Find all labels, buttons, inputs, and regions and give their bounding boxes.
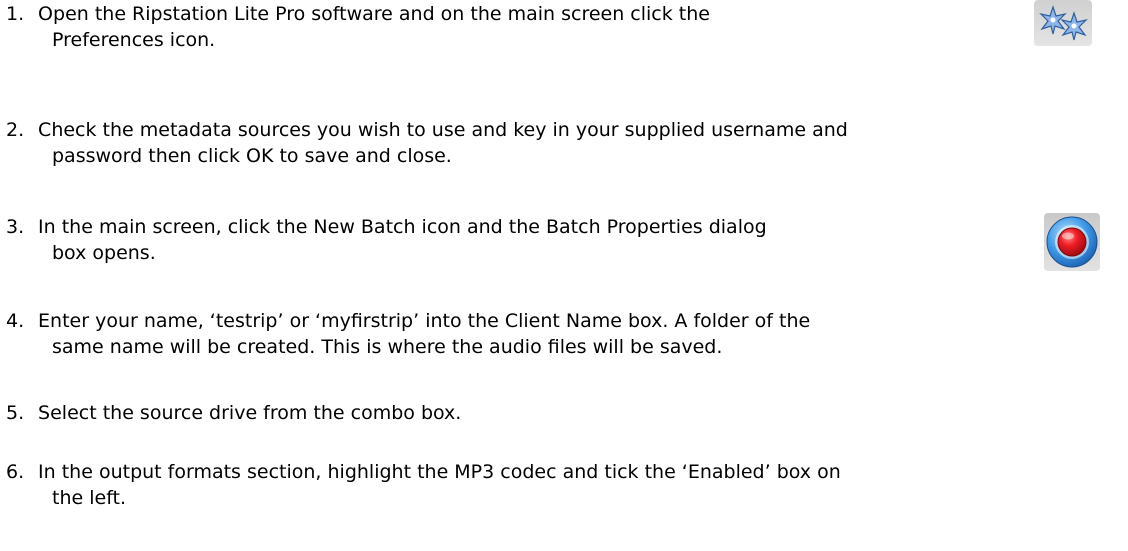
preferences-icon <box>1034 0 1092 46</box>
step-5-number: 5. <box>6 402 25 424</box>
step-1: 1. Open the Ripstation Lite Pro software… <box>6 1 1016 53</box>
new-batch-record-icon <box>1044 213 1100 271</box>
step-4-line-2: same name will be created. This is where… <box>52 336 723 358</box>
step-3-line-1: 3. In the main screen, click the New Bat… <box>6 214 1016 240</box>
step-3: 3. In the main screen, click the New Bat… <box>6 214 1016 266</box>
instructions-page: 1. Open the Ripstation Lite Pro software… <box>0 0 1128 551</box>
step-5: 5. Select the source drive from the comb… <box>6 400 1016 426</box>
step-2: 2. Check the metadata sources you wish t… <box>6 117 1016 169</box>
step-1-line-2: Preferences icon. <box>52 29 216 51</box>
step-3-text: In the main screen, click the New Batch … <box>38 216 767 238</box>
step-1-number: 1. <box>6 3 25 25</box>
step-4-line-1: 4. Enter your name, ‘testrip’ or ‘myfirs… <box>6 308 1016 334</box>
step-1-text: Open the Ripstation Lite Pro software an… <box>38 3 710 25</box>
step-2-text: Check the metadata sources you wish to u… <box>38 119 848 141</box>
step-4-number: 4. <box>6 310 25 332</box>
step-6-line-1: 6. In the output formats section, highli… <box>6 459 1016 485</box>
step-2-line-2: password then click OK to save and close… <box>52 145 452 167</box>
step-6-number: 6. <box>6 461 25 483</box>
step-3-number: 3. <box>6 216 25 238</box>
step-4-text: Enter your name, ‘testrip’ or ‘myfirstri… <box>38 310 811 332</box>
step-1-line-1: 1. Open the Ripstation Lite Pro software… <box>6 1 1016 27</box>
record-button-icon <box>1046 216 1098 268</box>
step-4: 4. Enter your name, ‘testrip’ or ‘myfirs… <box>6 308 1016 360</box>
snowflake-icon <box>1039 5 1088 41</box>
step-5-text: Select the source drive from the combo b… <box>38 402 462 424</box>
step-6: 6. In the output formats section, highli… <box>6 459 1016 511</box>
step-6-line-2: the left. <box>52 487 127 509</box>
step-3-line-2: box opens. <box>52 242 156 264</box>
step-6-text: In the output formats section, highlight… <box>38 461 841 483</box>
step-2-number: 2. <box>6 119 25 141</box>
step-2-line-1: 2. Check the metadata sources you wish t… <box>6 117 1016 143</box>
step-5-line-1: 5. Select the source drive from the comb… <box>6 400 1016 426</box>
